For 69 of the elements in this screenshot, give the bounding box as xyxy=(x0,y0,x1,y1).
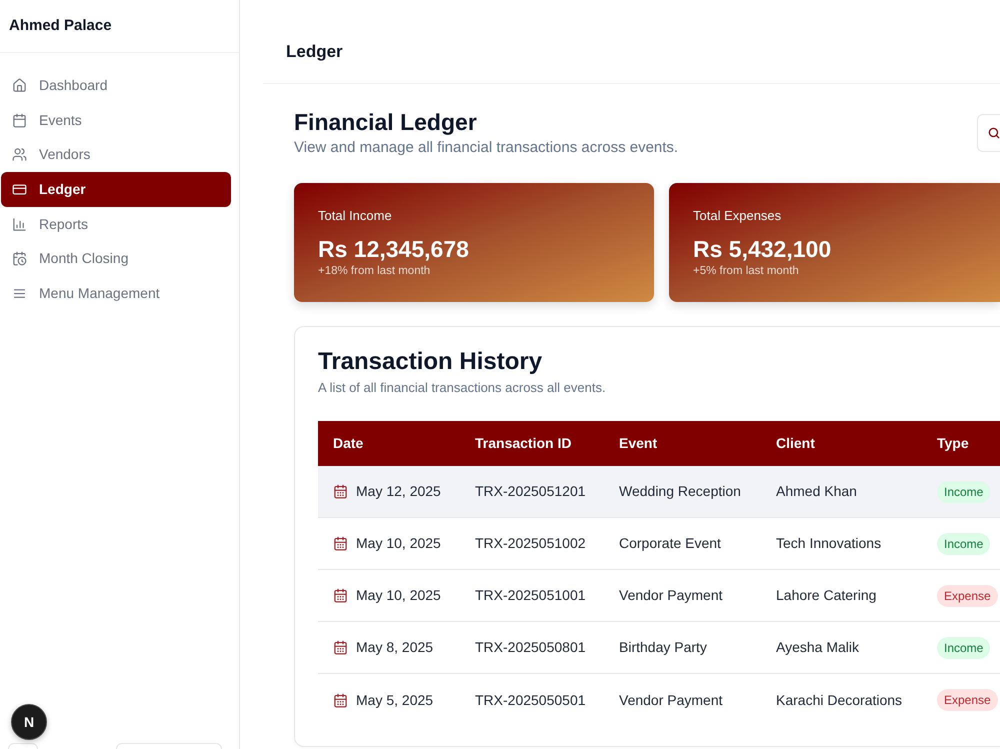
table-cell-text: TRX-2025050801 xyxy=(475,638,586,657)
calendar-icon xyxy=(333,640,348,655)
table-row[interactable]: May 10, 2025 TRX-2025051002 Corporate Event Tech Innovations Income xyxy=(318,518,1000,570)
type-badge: Expense xyxy=(937,584,998,606)
nav-item[interactable]: Reports xyxy=(1,206,231,242)
sidebar-footer-button[interactable] xyxy=(116,743,222,749)
table-cell-text: May 5, 2025 xyxy=(356,690,434,710)
column-header: Type xyxy=(937,434,969,453)
page-subtitle: View and manage all financial transactions across events. xyxy=(294,138,678,158)
calendar-icon xyxy=(333,484,348,499)
nav-item[interactable]: Month Closing xyxy=(1,241,231,276)
table-row[interactable]: May 12, 2025 TRX-2025051201 Wedding Reception Ahmed Khan Income xyxy=(318,466,1000,518)
table-cell-text: Vendor Payment xyxy=(619,586,723,605)
section-title: Transaction History xyxy=(318,347,544,377)
table-cell-text: TRX-2025050501 xyxy=(475,690,586,710)
search-field[interactable] xyxy=(977,114,1000,152)
stat-label: Total Expenses xyxy=(693,207,782,225)
stat-change: +18% from last month xyxy=(318,264,432,279)
page-title: Financial Ledger xyxy=(294,108,478,136)
column-header: Client xyxy=(776,434,815,453)
calendar-icon xyxy=(333,588,348,603)
nav-item[interactable]: Events xyxy=(1,102,231,138)
table-cell-text: May 8, 2025 xyxy=(356,638,434,657)
table-cell-text: Karachi Decorations xyxy=(776,690,902,710)
type-badge: Income xyxy=(937,532,990,554)
nav-item[interactable]: Menu Management xyxy=(1,276,231,311)
table-row[interactable]: May 10, 2025 TRX-2025051001 Vendor Payment Lahore Catering Expense xyxy=(318,570,1000,622)
nav-item[interactable]: Dashboard xyxy=(1,68,231,103)
calendar-icon xyxy=(12,112,27,128)
table-cell-text: May 10, 2025 xyxy=(356,534,441,553)
sidebar-footer-button[interactable] xyxy=(8,743,38,749)
card-icon xyxy=(12,182,27,197)
table-cell-text: TRX-2025051201 xyxy=(475,482,586,501)
table-cell-text: Ayesha Malik xyxy=(776,638,860,657)
table-cell-text: May 12, 2025 xyxy=(356,482,441,501)
calendar-clock-icon xyxy=(12,251,27,266)
calendar-icon xyxy=(333,692,348,708)
table-cell-text: TRX-2025051002 xyxy=(475,534,586,553)
dev-tools-button[interactable]: N xyxy=(11,704,47,740)
bar-chart-icon xyxy=(12,216,27,232)
header-title: Ledger xyxy=(286,41,343,63)
column-header: Transaction ID xyxy=(475,434,572,453)
calendar-icon xyxy=(333,536,348,551)
type-badge: Income xyxy=(937,480,990,502)
nav-item[interactable]: Vendors xyxy=(1,137,231,172)
table-cell-text: Corporate Event xyxy=(619,534,721,553)
table-cell-text: Birthday Party xyxy=(619,638,707,657)
house-icon xyxy=(12,78,27,93)
table-cell-text: May 10, 2025 xyxy=(356,586,441,605)
brand-name: Ahmed Palace xyxy=(9,16,112,36)
type-badge: Income xyxy=(937,636,990,658)
stat-change: +5% from last month xyxy=(693,264,800,279)
table-row[interactable]: May 8, 2025 TRX-2025050801 Birthday Party Ayesha Malik Income xyxy=(318,622,1000,674)
users-icon xyxy=(12,147,27,162)
stat-value: Rs 12,345,678 xyxy=(318,235,470,263)
table-cell-text: Tech Innovations xyxy=(776,534,882,553)
type-badge: Expense xyxy=(937,689,998,711)
table-cell-text: Ahmed Khan xyxy=(776,482,857,501)
section-subtitle: A list of all financial transactions across all events. xyxy=(318,379,607,397)
column-header: Date xyxy=(333,434,364,453)
table-cell-text: Vendor Payment xyxy=(619,690,723,710)
stat-value: Rs 5,432,100 xyxy=(693,235,832,263)
table-cell-text: Lahore Catering xyxy=(776,586,876,605)
table-cell-text: Wedding Reception xyxy=(619,482,741,501)
search-icon xyxy=(987,126,1000,140)
table-cell-text: TRX-2025051001 xyxy=(475,586,586,605)
stat-label: Total Income xyxy=(318,207,393,225)
column-header: Event xyxy=(619,434,658,453)
nav-item[interactable]: Ledger xyxy=(1,172,231,207)
